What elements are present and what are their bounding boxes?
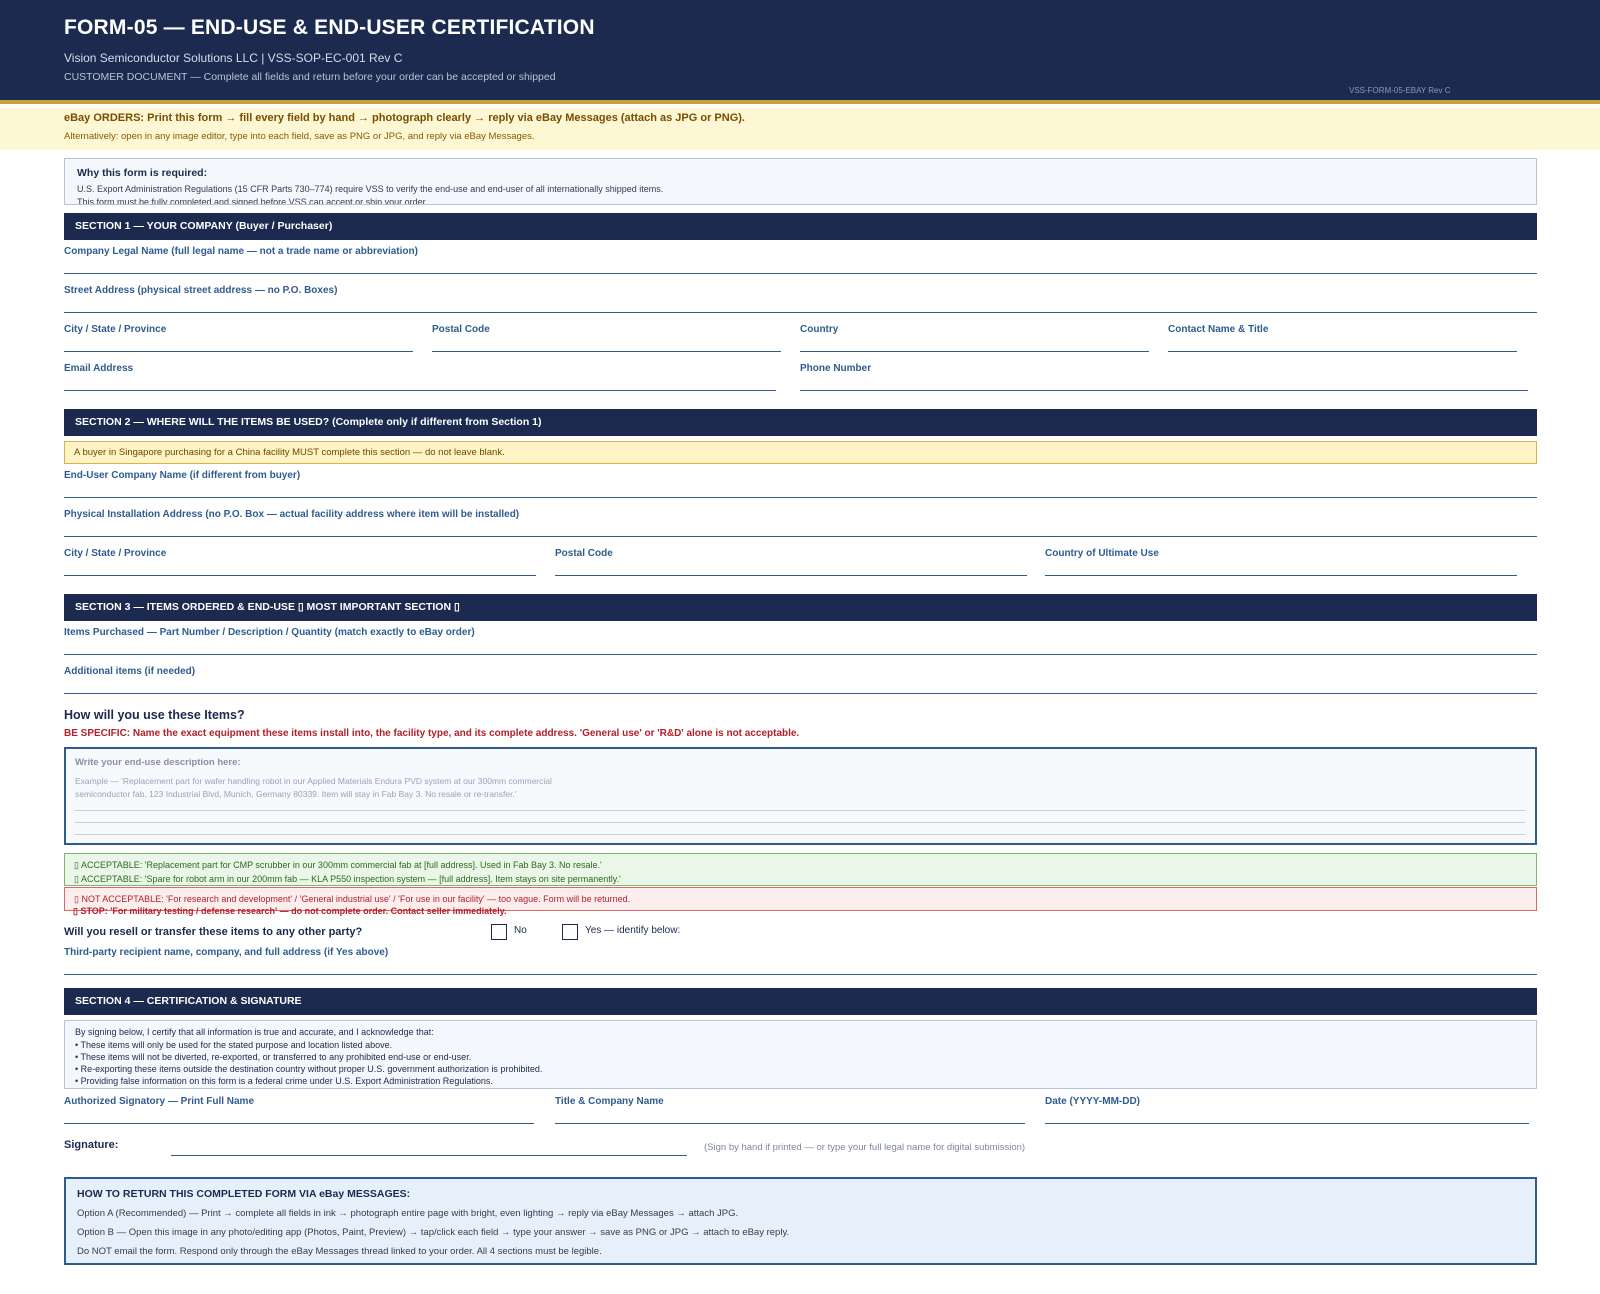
return-note: Do NOT email the form. Respond only thro… <box>77 1246 602 1257</box>
ultimate-country-field[interactable] <box>1045 575 1517 576</box>
section3-header: SECTION 3 — ITEMS ORDERED & END-USE ▯ MO… <box>64 594 1537 621</box>
signatory-name-label: Authorized Signatory — Print Full Name <box>64 1096 255 1107</box>
install-address-field[interactable] <box>64 536 1537 537</box>
return-instructions-heading: HOW TO RETURN THIS COMPLETED FORM VIA eB… <box>77 1188 411 1200</box>
section2-title: SECTION 2 — WHERE WILL THE ITEMS BE USED… <box>75 416 542 428</box>
postal-code-label: Postal Code <box>432 324 490 335</box>
company-name-label: Company Legal Name (full legal name — no… <box>64 246 418 257</box>
certification-bullet: • These items will not be diverted, re-e… <box>75 1052 472 1062</box>
certification-box: By signing below, I certify that all inf… <box>64 1020 1537 1089</box>
items-purchased-label: Items Purchased — Part Number / Descript… <box>64 627 475 638</box>
signature-label: Signature: <box>64 1139 119 1151</box>
date-label: Date (YYYY-MM-DD) <box>1045 1096 1141 1107</box>
acceptable-examples-box: ▯ ACCEPTABLE: 'Replacement part for CMP … <box>64 853 1537 886</box>
form-code: VSS-FORM-05-EBAY Rev C <box>1349 86 1451 95</box>
country-label: Country <box>800 324 839 335</box>
install-address-label: Physical Installation Address (no P.O. B… <box>64 509 520 520</box>
date-field[interactable] <box>1045 1123 1529 1124</box>
phone-label: Phone Number <box>800 363 872 374</box>
items-purchased-field[interactable] <box>64 654 1537 655</box>
not-acceptable-example: ▯ NOT ACCEPTABLE: 'For research and deve… <box>74 894 631 904</box>
third-party-field[interactable] <box>64 974 1537 975</box>
writing-rule <box>75 834 1525 835</box>
enduse-postal-field[interactable] <box>555 575 1027 576</box>
form-title: FORM-05 — END-USE & END-USER CERTIFICATI… <box>64 16 595 39</box>
certification-bullet: • Re-exporting these items outside the d… <box>75 1064 543 1074</box>
third-party-label: Third-party recipient name, company, and… <box>64 947 389 958</box>
certification-bullet: • Providing false information on this fo… <box>75 1076 493 1086</box>
ebay-banner-line1: eBay ORDERS: Print this form → fill ever… <box>64 112 745 124</box>
street-address-field[interactable] <box>64 312 1537 313</box>
be-specific-instruction: BE SPECIFIC: Name the exact equipment th… <box>64 728 800 739</box>
title-company-label: Title & Company Name <box>555 1096 664 1107</box>
enduse-city-field[interactable] <box>64 575 536 576</box>
enduser-name-field[interactable] <box>64 497 1537 498</box>
resell-question: Will you resell or transfer these items … <box>64 926 363 938</box>
email-label: Email Address <box>64 363 134 374</box>
signature-field[interactable] <box>171 1155 687 1156</box>
section2-note-text: A buyer in Singapore purchasing for a Ch… <box>74 447 505 458</box>
enduse-postal-label: Postal Code <box>555 548 613 559</box>
company-line: Vision Semiconductor Solutions LLC | VSS… <box>64 51 403 65</box>
section2-note: A buyer in Singapore purchasing for a Ch… <box>64 441 1537 464</box>
return-option-b: Option B — Open this image in any photo/… <box>77 1227 790 1238</box>
resell-yes-label: Yes — identify below: <box>585 925 681 936</box>
enduse-city-label: City / State / Province <box>64 548 167 559</box>
contact-name-field[interactable] <box>1168 351 1517 352</box>
section1-title: SECTION 1 — YOUR COMPANY (Buyer / Purcha… <box>75 220 333 232</box>
resell-no-label: No <box>514 925 527 936</box>
stop-warning: ▯ STOP: 'For military testing / defense … <box>73 906 507 916</box>
enduser-name-label: End-User Company Name (if different from… <box>64 470 301 481</box>
why-heading: Why this form is required: <box>77 167 208 179</box>
city-field[interactable] <box>64 351 413 352</box>
section4-title: SECTION 4 — CERTIFICATION & SIGNATURE <box>75 995 302 1007</box>
return-option-a: Option A (Recommended) — Print → complet… <box>77 1208 739 1219</box>
title-company-field[interactable] <box>555 1123 1025 1124</box>
phone-field[interactable] <box>800 390 1528 391</box>
resell-no-checkbox[interactable] <box>491 924 507 940</box>
section1-header: SECTION 1 — YOUR COMPANY (Buyer / Purcha… <box>64 213 1537 240</box>
acceptable-example-2: ▯ ACCEPTABLE: 'Spare for robot arm in ou… <box>74 874 621 884</box>
section2-header: SECTION 2 — WHERE WILL THE ITEMS BE USED… <box>64 409 1537 436</box>
acceptable-example-1: ▯ ACCEPTABLE: 'Replacement part for CMP … <box>74 860 602 870</box>
writing-rule <box>75 810 1525 811</box>
ebay-banner-line2: Alternatively: open in any image editor,… <box>64 131 535 142</box>
ultimate-country-label: Country of Ultimate Use <box>1045 548 1159 559</box>
why-line2: This form must be fully completed and si… <box>77 197 428 205</box>
country-field[interactable] <box>800 351 1149 352</box>
city-label: City / State / Province <box>64 324 167 335</box>
signature-hint: (Sign by hand if printed — or type your … <box>704 1142 1026 1153</box>
customer-document-line: CUSTOMER DOCUMENT — Complete all fields … <box>64 71 556 83</box>
resell-yes-checkbox[interactable] <box>562 924 578 940</box>
why-required-box: Why this form is required: U.S. Export A… <box>64 158 1537 205</box>
additional-items-field[interactable] <box>64 693 1537 694</box>
section4-header: SECTION 4 — CERTIFICATION & SIGNATURE <box>64 988 1537 1015</box>
enduse-description-box[interactable]: Write your end-use description here: Exa… <box>64 747 1537 845</box>
email-field[interactable] <box>64 390 776 391</box>
additional-items-label: Additional items (if needed) <box>64 666 196 677</box>
enduse-question: How will you use these Items? <box>64 708 245 722</box>
ebay-instructions-banner: eBay ORDERS: Print this form → fill ever… <box>0 108 1600 150</box>
certification-intro: By signing below, I certify that all inf… <box>75 1027 434 1037</box>
enduse-box-heading: Write your end-use description here: <box>75 757 241 768</box>
certification-bullet: • These items will only be used for the … <box>75 1040 393 1050</box>
form-header: FORM-05 — END-USE & END-USER CERTIFICATI… <box>0 0 1600 104</box>
enduse-example-line1: Example — 'Replacement part for wafer ha… <box>75 776 552 786</box>
writing-rule <box>75 822 1525 823</box>
signatory-name-field[interactable] <box>64 1123 534 1124</box>
postal-code-field[interactable] <box>432 351 781 352</box>
return-instructions-box: HOW TO RETURN THIS COMPLETED FORM VIA eB… <box>64 1177 1537 1265</box>
street-address-label: Street Address (physical street address … <box>64 285 338 296</box>
contact-name-label: Contact Name & Title <box>1168 324 1269 335</box>
section3-title: SECTION 3 — ITEMS ORDERED & END-USE ▯ MO… <box>75 601 460 613</box>
enduse-example-line2: semiconductor fab, 123 Industrial Blvd, … <box>75 789 517 799</box>
company-name-field[interactable] <box>64 273 1537 274</box>
why-line1: U.S. Export Administration Regulations (… <box>77 184 664 194</box>
